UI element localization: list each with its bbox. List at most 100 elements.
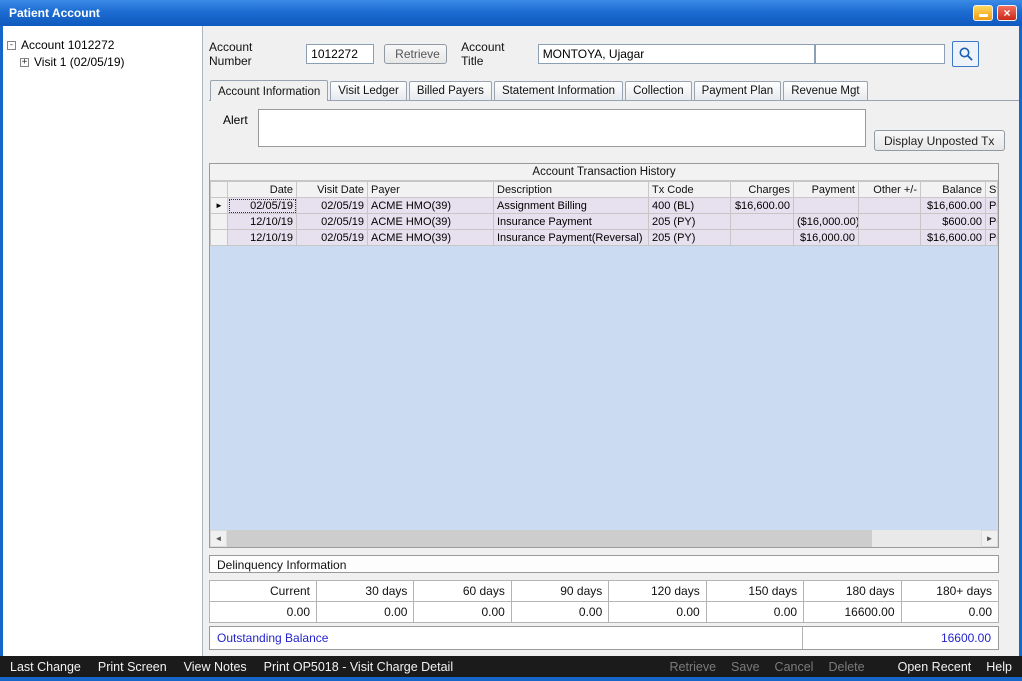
cell-charges[interactable] bbox=[731, 214, 794, 230]
cell-date[interactable]: 12/10/19 bbox=[228, 230, 297, 246]
cell-payment[interactable]: ($16,000.00) bbox=[794, 214, 859, 230]
cell-tx-code[interactable]: 205 (PY) bbox=[649, 214, 731, 230]
cell-charges[interactable] bbox=[731, 230, 794, 246]
cell-other[interactable] bbox=[859, 230, 921, 246]
delinquency-section-title: Delinquency Information bbox=[209, 555, 999, 573]
scroll-right-icon[interactable]: ► bbox=[981, 530, 998, 547]
cell-status[interactable]: Po bbox=[986, 198, 998, 214]
cell-description[interactable]: Insurance Payment(Reversal) bbox=[494, 230, 649, 246]
delinq-val-180: 16600.00 bbox=[804, 602, 901, 623]
delinq-col-90: 90 days bbox=[511, 581, 608, 602]
account-title-input[interactable] bbox=[538, 44, 815, 64]
cell-payer[interactable]: ACME HMO(39) bbox=[368, 198, 494, 214]
cell-payer[interactable]: ACME HMO(39) bbox=[368, 214, 494, 230]
cell-visit-date[interactable]: 02/05/19 bbox=[297, 214, 368, 230]
column-header-payer[interactable]: Payer bbox=[368, 182, 494, 198]
column-header-date[interactable]: Date bbox=[228, 182, 297, 198]
column-header-tx-code[interactable]: Tx Code bbox=[649, 182, 731, 198]
row-selector-cell[interactable] bbox=[211, 230, 228, 246]
column-header-status[interactable]: Sta bbox=[986, 182, 998, 198]
outstanding-balance-value: 16600.00 bbox=[941, 631, 998, 645]
cell-payment[interactable] bbox=[794, 198, 859, 214]
table-row[interactable]: 12/10/19 02/05/19 ACME HMO(39) Insurance… bbox=[211, 230, 998, 246]
titlebar: Patient Account × bbox=[0, 0, 1022, 26]
tab-revenue-mgt[interactable]: Revenue Mgt bbox=[783, 81, 867, 100]
tree-item-label[interactable]: Account 1012272 bbox=[21, 38, 114, 52]
transaction-history-title: Account Transaction History bbox=[210, 164, 998, 181]
cell-status[interactable]: Po bbox=[986, 214, 998, 230]
cell-status[interactable]: Po bbox=[986, 230, 998, 246]
statusbar-action[interactable]: View Notes bbox=[184, 660, 247, 674]
delinquency-table: Current 30 days 60 days 90 days 120 days… bbox=[209, 580, 999, 623]
statusbar-action[interactable]: Help bbox=[986, 660, 1012, 674]
row-selector-cell[interactable]: ► bbox=[211, 198, 228, 214]
statusbar-right-actions: RetrieveSaveCancelDelete Open RecentHelp bbox=[670, 660, 1013, 674]
window-content: - Account 1012272 + Visit 1 (02/05/19) A… bbox=[0, 26, 1022, 656]
tab-payment-plan[interactable]: Payment Plan bbox=[694, 81, 782, 100]
search-button[interactable] bbox=[952, 41, 979, 67]
scrollbar-thumb[interactable] bbox=[227, 530, 872, 547]
cell-other[interactable] bbox=[859, 198, 921, 214]
horizontal-scrollbar[interactable]: ◄ ► bbox=[210, 530, 998, 547]
scroll-left-icon[interactable]: ◄ bbox=[210, 530, 227, 547]
cell-payment[interactable]: $16,000.00 bbox=[794, 230, 859, 246]
quick-search-input[interactable] bbox=[815, 44, 945, 64]
column-header-balance[interactable]: Balance bbox=[921, 182, 986, 198]
row-selector-cell[interactable] bbox=[211, 214, 228, 230]
cell-description[interactable]: Assignment Billing bbox=[494, 198, 649, 214]
alert-textbox[interactable] bbox=[258, 109, 866, 147]
collapse-expander-icon[interactable]: - bbox=[7, 41, 16, 50]
delinq-val-90: 0.00 bbox=[511, 602, 608, 623]
delinq-val-30: 0.00 bbox=[317, 602, 414, 623]
table-row[interactable]: ► 02/05/19 02/05/19 ACME HMO(39) Assignm… bbox=[211, 198, 998, 214]
cell-balance[interactable]: $600.00 bbox=[921, 214, 986, 230]
tree-item-visit[interactable]: + Visit 1 (02/05/19) bbox=[7, 55, 198, 69]
cell-tx-code[interactable]: 205 (PY) bbox=[649, 230, 731, 246]
cell-balance[interactable]: $16,600.00 bbox=[921, 230, 986, 246]
column-header-description[interactable]: Description bbox=[494, 182, 649, 198]
magnifier-icon bbox=[958, 46, 974, 62]
account-number-input[interactable] bbox=[306, 44, 374, 64]
status-bar: Last Change Print Screen View Notes Print O… bbox=[0, 656, 1022, 677]
column-header-charges[interactable]: Charges bbox=[731, 182, 794, 198]
minimize-button[interactable] bbox=[973, 5, 993, 21]
outstanding-balance-row: Outstanding Balance 16600.00 bbox=[209, 626, 999, 650]
delinq-col-60: 60 days bbox=[414, 581, 511, 602]
close-button[interactable]: × bbox=[997, 5, 1017, 21]
statusbar-action[interactable]: Open Recent bbox=[898, 660, 972, 674]
statusbar-action[interactable]: Print Screen bbox=[98, 660, 167, 674]
cell-description[interactable]: Insurance Payment bbox=[494, 214, 649, 230]
cell-tx-code[interactable]: 400 (BL) bbox=[649, 198, 731, 214]
expand-expander-icon[interactable]: + bbox=[20, 58, 29, 67]
statusbar-action[interactable]: Last Change bbox=[10, 660, 81, 674]
cell-date[interactable]: 12/10/19 bbox=[228, 214, 297, 230]
cell-payer[interactable]: ACME HMO(39) bbox=[368, 230, 494, 246]
tab-statement-information[interactable]: Statement Information bbox=[494, 81, 623, 100]
cell-date[interactable]: 02/05/19 bbox=[228, 198, 297, 214]
cell-visit-date[interactable]: 02/05/19 bbox=[297, 230, 368, 246]
tab-visit-ledger[interactable]: Visit Ledger bbox=[330, 81, 407, 100]
display-unposted-tx-button[interactable]: Display Unposted Tx bbox=[874, 130, 1005, 151]
tab-collection[interactable]: Collection bbox=[625, 81, 692, 100]
alert-row: Alert Display Unposted Tx bbox=[209, 109, 1019, 155]
cell-balance[interactable]: $16,600.00 bbox=[921, 198, 986, 214]
cell-visit-date[interactable]: 02/05/19 bbox=[297, 198, 368, 214]
retrieve-button[interactable]: Retrieve bbox=[384, 44, 447, 64]
tree-item-label[interactable]: Visit 1 (02/05/19) bbox=[34, 55, 125, 69]
cell-other[interactable] bbox=[859, 214, 921, 230]
column-header-visit-date[interactable]: Visit Date bbox=[297, 182, 368, 198]
window-controls: × bbox=[973, 5, 1017, 21]
cell-charges[interactable]: $16,600.00 bbox=[731, 198, 794, 214]
tab-billed-payers[interactable]: Billed Payers bbox=[409, 81, 492, 100]
main-panel: Account Number Retrieve Account Title bbox=[203, 26, 1019, 656]
scrollbar-track[interactable] bbox=[872, 530, 981, 547]
tab-account-information[interactable]: Account Information bbox=[210, 80, 328, 101]
table-row[interactable]: 12/10/19 02/05/19 ACME HMO(39) Insurance… bbox=[211, 214, 998, 230]
delinquency-header-row: Current 30 days 60 days 90 days 120 days… bbox=[210, 581, 999, 602]
statusbar-enabled-actions: Open Recent Help bbox=[898, 660, 1012, 674]
delinq-val-120: 0.00 bbox=[609, 602, 706, 623]
column-header-other[interactable]: Other +/- bbox=[859, 182, 921, 198]
tree-item-account[interactable]: - Account 1012272 bbox=[7, 38, 198, 52]
column-header-payment[interactable]: Payment bbox=[794, 182, 859, 198]
statusbar-action[interactable]: Print OP5018 - Visit Charge Detail bbox=[264, 660, 453, 674]
